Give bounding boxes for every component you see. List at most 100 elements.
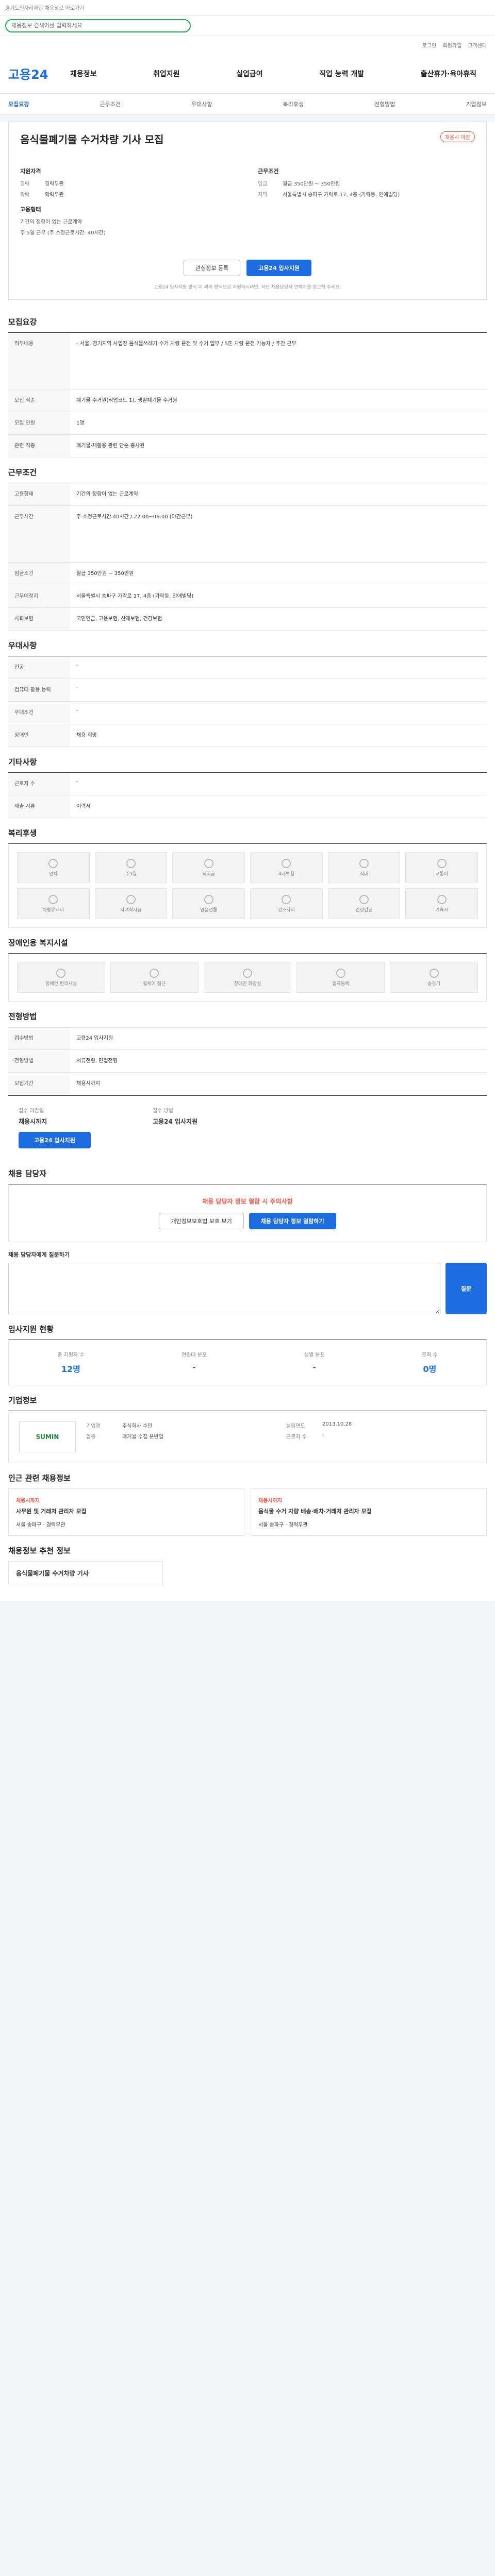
- benefit-item: 퇴직금: [172, 852, 245, 883]
- facility-icon: [56, 968, 66, 978]
- job-summary-card: 채용시 마감 음식물폐기물 수거차량 기사 모집 지원자격 경력 경력무관 학력 학…: [8, 122, 487, 300]
- top-notice-bar: 경기도일자리재단 채용정보 바로가기: [0, 0, 495, 15]
- facility-icon: [336, 968, 345, 978]
- facility-icon: [242, 968, 252, 978]
- status-badge: 채용시 마감: [440, 131, 475, 142]
- utility-bar: 로그인 회원가입 고객센터: [0, 36, 495, 54]
- other-table: 근로자 수- 제출 서류 이력서: [8, 772, 487, 818]
- notice-text[interactable]: 경기도일자리재단 채용정보 바로가기: [5, 4, 85, 11]
- site-logo[interactable]: 고용24: [8, 64, 70, 82]
- view-contact-button[interactable]: 채용 담당자 정보 열람하기: [249, 1213, 336, 1229]
- section-similar: 인근 관련 채용정보: [8, 1473, 71, 1483]
- footer: [0, 1601, 495, 1663]
- login-link[interactable]: 로그인: [422, 41, 437, 49]
- center-link[interactable]: 고객센터: [468, 41, 487, 49]
- company-box: SUMIN 기업명 주식회사 수민 업종 폐기물 수집 운반업 설립연도 2013.1…: [8, 1411, 487, 1463]
- employ-subtitle: 고용형태: [20, 206, 41, 213]
- job-title: 음식물폐기물 수거차량 기사 모집: [20, 133, 164, 146]
- recommend-item[interactable]: 음식물폐기물 수거차량 기사: [8, 1561, 163, 1585]
- benefit-item: 자녀학자금: [94, 888, 168, 919]
- benefit-icon: [282, 858, 291, 868]
- gnb-item-jobs[interactable]: 채용정보: [70, 69, 97, 79]
- benefit-icon: [282, 894, 291, 904]
- benefit-item: 기숙사: [405, 888, 478, 919]
- section-recruit: 모집요강: [8, 317, 37, 327]
- facility-item: 승강기: [390, 962, 478, 993]
- section-benefit: 복리후생: [8, 828, 37, 838]
- benefit-item: 연차: [17, 852, 90, 883]
- main-content: 채용시 마감 음식물폐기물 수거차량 기사 모집 지원자격 경력 경력무관 학력 학…: [0, 122, 495, 1601]
- section-pref: 우대사항: [8, 641, 37, 650]
- benefit-grid: 연차 주5일 퇴직금 4대보험 식대 교통비 차량유지비 자녀학자금 명절선물 …: [8, 843, 487, 928]
- benefit-item: 식대: [327, 852, 401, 883]
- benefit-item: 주5일: [94, 852, 168, 883]
- work-table: 고용형태 기간의 정함이 없는 근로계약 근무시간 주 소정근로시간 40시간 / …: [8, 483, 487, 631]
- apply-button-bottom[interactable]: 고용24 입사지원: [19, 1132, 91, 1148]
- search-input[interactable]: [5, 19, 191, 32]
- benefit-icon: [437, 858, 447, 868]
- facility-item: 점자블록: [296, 962, 385, 993]
- section-other: 기타사항: [8, 757, 37, 767]
- section-process: 전형방법: [8, 1012, 37, 1021]
- facility-icon: [150, 968, 159, 978]
- benefit-item: 경조사비: [250, 888, 323, 919]
- recruit-subtitle: 지원자격: [20, 168, 41, 175]
- global-nav: 고용24 채용정보 취업지원 실업급여 직업 능력 개발 출산휴가·육아휴직: [0, 54, 495, 94]
- benefit-icon: [359, 858, 369, 868]
- search-bar: [0, 15, 495, 36]
- stats-box: 총 지원자 수 12명 연령대 분포 - 성별 분포 - 조회 수 0명: [8, 1340, 487, 1385]
- facility-item: 휠체어 접근: [110, 962, 199, 993]
- tab-company[interactable]: 기업정보: [466, 100, 487, 108]
- similar-list: 채용시까지 사무원 및 거래처 관리자 모집 서울 송파구 · 경력무관 채용시…: [8, 1488, 487, 1536]
- apply-box: 접수 마감일 채용시까지 고용24 입사지원 접수 방법 고용24 입사지원: [8, 1095, 487, 1159]
- benefit-icon: [126, 858, 136, 868]
- benefit-item: 명절선물: [172, 888, 245, 919]
- join-link[interactable]: 회원가입: [442, 41, 461, 49]
- benefit-item: 차량유지비: [17, 888, 90, 919]
- benefit-item: 건강검진: [327, 888, 401, 919]
- benefit-item: 교통비: [405, 852, 478, 883]
- section-contact: 채용 담당자: [8, 1169, 47, 1178]
- facility-item: 장애인 편의시설: [17, 962, 105, 993]
- pref-table: 전공 - 컴퓨터 활용 능력 - 우대조건 - 장애인 채용 희망: [8, 656, 487, 747]
- gnb-item-benefit[interactable]: 실업급여: [236, 69, 263, 79]
- benefit-icon: [204, 858, 213, 868]
- tab-recruit[interactable]: 모집요강: [8, 100, 29, 108]
- benefit-icon: [48, 894, 58, 904]
- privacy-button[interactable]: 개인정보보호법 보호 보기: [159, 1213, 244, 1229]
- gnb-item-leave[interactable]: 출산휴가·육아휴직: [421, 69, 476, 79]
- gnb-item-support[interactable]: 취업지원: [153, 69, 180, 79]
- benefit-icon: [437, 894, 447, 904]
- similar-item[interactable]: 채용시까지 사무원 및 거래처 관리자 모집 서울 송파구 · 경력무관: [8, 1488, 244, 1536]
- facility-item: 장애인 화장실: [203, 962, 292, 993]
- benefit-icon: [359, 894, 369, 904]
- section-company: 기업정보: [8, 1396, 37, 1405]
- facility-icon: [429, 968, 439, 978]
- section-recommend: 채용정보 추천 정보: [8, 1546, 71, 1555]
- tab-process[interactable]: 전형방법: [374, 100, 395, 108]
- contact-box: 채용 담당자 정보 열람 시 주의사항 개인정보보호법 보호 보기 채용 담당자…: [8, 1184, 487, 1242]
- tab-work[interactable]: 근무조건: [100, 100, 121, 108]
- gnb-item-training[interactable]: 직업 능력 개발: [319, 69, 364, 79]
- detail-tabs: 모집요강 근무조건 우대사항 복리후생 전형방법 기업정보: [0, 94, 495, 114]
- benefit-item: 4대보험: [250, 852, 323, 883]
- question-textarea[interactable]: [8, 1263, 440, 1314]
- tab-benefit[interactable]: 복리후생: [283, 100, 304, 108]
- disabled-grid: 장애인 편의시설 휠체어 접근 장애인 화장실 점자블록 승강기: [8, 953, 487, 1002]
- section-stats: 입사지원 현황: [8, 1325, 54, 1334]
- benefit-icon: [126, 894, 136, 904]
- section-disabled: 장애인용 복지시설: [8, 938, 68, 947]
- recruit-table: 직무내용 - 서울, 경기지역 사업장 음식물쓰레기 수거 차량 운전 및 수거 …: [8, 332, 487, 457]
- tab-pref[interactable]: 우대사항: [191, 100, 212, 108]
- section-work: 근무조건: [8, 468, 37, 477]
- question-submit-button[interactable]: 질문: [446, 1263, 487, 1314]
- similar-item[interactable]: 채용시까지 음식물 수거 차량 배송·배차·거래처 관리자 모집 서울 송파구 …: [251, 1488, 487, 1536]
- work-subtitle: 근무조건: [258, 168, 279, 175]
- apply-button[interactable]: 고용24 입사지원: [246, 260, 312, 276]
- benefit-icon: [48, 858, 58, 868]
- benefit-icon: [204, 894, 213, 904]
- save-interest-button[interactable]: 관심정보 등록: [183, 260, 241, 276]
- apply-hint: 고용24 입사지원 방식 이 외의 방식으로 지원하시려면, 하단 채용담당자 …: [154, 285, 341, 290]
- company-logo: SUMIN: [19, 1421, 76, 1452]
- process-table: 접수방법 고용24 입사지원 전형방법 서류전형, 면접전형 모집기간 채용시까지: [8, 1027, 487, 1095]
